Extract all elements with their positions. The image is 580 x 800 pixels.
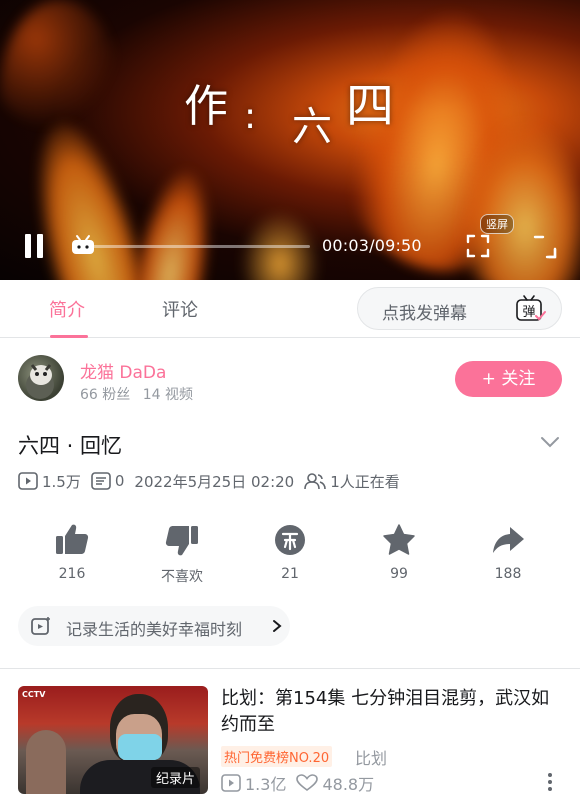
recommendation-stats: 1.3亿 48.8万	[221, 771, 374, 795]
video-overlay-text: 四	[346, 78, 395, 134]
pause-icon	[25, 234, 31, 258]
recommendation-title[interactable]: 比划：第154集 七分钟泪目混剪，武汉如约而至	[221, 686, 561, 738]
uploader-avatar[interactable]	[18, 355, 64, 401]
time-display: 00:03/09:50	[322, 236, 422, 255]
share-button[interactable]: 188	[468, 522, 548, 582]
view-count: 1.5万	[42, 472, 81, 491]
section-divider	[0, 668, 580, 669]
share-icon	[493, 527, 524, 553]
pause-icon	[37, 234, 43, 258]
thumb-down-icon	[165, 526, 198, 556]
heart-icon	[296, 774, 319, 791]
danmaku-count: 0	[114, 472, 125, 490]
danmaku-placeholder: 点我发弹幕	[382, 304, 467, 324]
video-overlay-text: :	[244, 96, 257, 137]
play-count-icon	[18, 472, 38, 490]
danmaku-input[interactable]: 点我发弹幕 弹	[357, 287, 562, 330]
thumb-up-icon	[56, 524, 89, 554]
coin-icon	[275, 525, 305, 555]
publish-date: 2022年5月25日 02:20	[134, 472, 295, 491]
video-meta-row: 1.5万 0 2022年5月25日 02:20 1人正在看	[18, 471, 410, 491]
video-count: 14 视频	[142, 387, 193, 403]
like-count: 216	[58, 566, 86, 582]
recommendation-views: 1.3亿	[245, 775, 287, 794]
category-badge: 纪录片	[150, 767, 200, 788]
recommendation-thumbnail[interactable]: CCTV 纪录片	[18, 686, 208, 794]
play-count-icon	[221, 774, 241, 792]
progress-bar[interactable]	[82, 245, 310, 248]
favorite-count: 99	[390, 566, 408, 582]
tab-comments[interactable]: 评论	[162, 296, 198, 322]
like-button[interactable]: 216	[32, 522, 112, 582]
recommendation-likes: 48.8万	[322, 775, 375, 794]
avatar-image	[26, 364, 54, 399]
tv-mascot-thumb-icon[interactable]	[70, 234, 96, 256]
recommendation-uploader: 比划	[355, 749, 388, 768]
favorite-button[interactable]: 99	[359, 522, 439, 582]
video-title: 六四 · 回忆	[18, 434, 123, 458]
follow-button[interactable]: + 关注	[455, 361, 562, 397]
uploader-name[interactable]: 龙猫 DaDa	[80, 358, 166, 383]
vertical-fullscreen-icon[interactable]	[465, 233, 491, 259]
rank-badge: 热门免费榜NO.20	[221, 746, 333, 767]
flame-bg	[0, 0, 120, 130]
star-icon	[383, 524, 415, 555]
video-overlay-text: 六	[292, 104, 332, 150]
tab-intro[interactable]: 简介	[49, 296, 85, 322]
watching-count: 1人正在看	[330, 472, 400, 491]
video-tag-icon	[31, 617, 50, 635]
more-options-icon[interactable]	[546, 772, 554, 792]
danmaku-count-icon	[91, 472, 111, 490]
activity-tag[interactable]: 记录生活的美好幸福时刻	[18, 606, 290, 646]
video-overlay-text: 作	[184, 81, 228, 132]
tag-text: 记录生活的美好幸福时刻	[66, 620, 243, 639]
uploader-stats: 66 粉丝 14 视频	[80, 384, 193, 404]
active-tab-indicator	[50, 335, 88, 338]
fans-count: 66 粉丝	[80, 387, 131, 403]
share-count: 188	[494, 566, 522, 582]
flame-bg	[127, 165, 223, 280]
channel-logo: CCTV	[22, 690, 46, 699]
fullscreen-icon[interactable]	[532, 234, 558, 260]
coin-button[interactable]: 21	[250, 522, 330, 582]
chevron-down-icon[interactable]	[540, 434, 560, 450]
portrait-mode-badge: 竖屏	[480, 214, 514, 234]
dislike-button[interactable]: 不喜欢	[142, 522, 222, 586]
coin-count: 21	[281, 566, 299, 582]
danmaku-toggle-icon[interactable]: 弹	[514, 294, 546, 324]
chevron-right-icon	[273, 620, 282, 632]
pause-button[interactable]	[22, 234, 46, 258]
svg-text:弹: 弹	[522, 305, 535, 320]
video-player[interactable]: 作 : 六 四 00:03/09:50 竖屏	[0, 0, 580, 280]
dislike-label: 不喜欢	[161, 569, 203, 585]
watching-users-icon	[304, 473, 327, 490]
